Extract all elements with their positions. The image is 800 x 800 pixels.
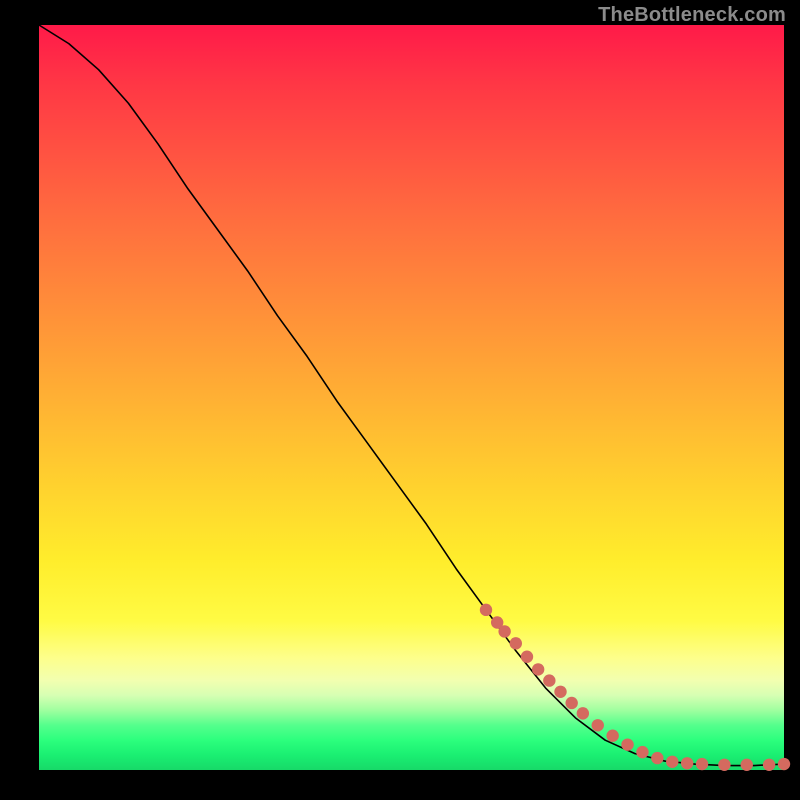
data-point xyxy=(651,752,663,764)
watermark-text: TheBottleneck.com xyxy=(598,4,786,27)
data-point xyxy=(532,663,544,675)
chart-stage: TheBottleneck.com xyxy=(0,0,800,800)
data-point xyxy=(565,697,577,709)
data-point xyxy=(606,730,618,742)
data-point xyxy=(592,719,604,731)
data-point xyxy=(636,746,648,758)
chart-overlay xyxy=(39,25,784,770)
data-point xyxy=(521,651,533,663)
data-markers xyxy=(480,604,790,771)
data-point xyxy=(718,759,730,771)
data-point xyxy=(666,756,678,768)
curve-line xyxy=(39,25,784,766)
data-point xyxy=(498,625,510,637)
data-point xyxy=(741,759,753,771)
data-point xyxy=(510,637,522,649)
data-point xyxy=(763,759,775,771)
data-point xyxy=(577,707,589,719)
data-point xyxy=(554,686,566,698)
data-point xyxy=(480,604,492,616)
data-point xyxy=(696,758,708,770)
data-point xyxy=(621,738,633,750)
data-point xyxy=(778,758,790,770)
data-point xyxy=(681,757,693,769)
data-point xyxy=(543,674,555,686)
